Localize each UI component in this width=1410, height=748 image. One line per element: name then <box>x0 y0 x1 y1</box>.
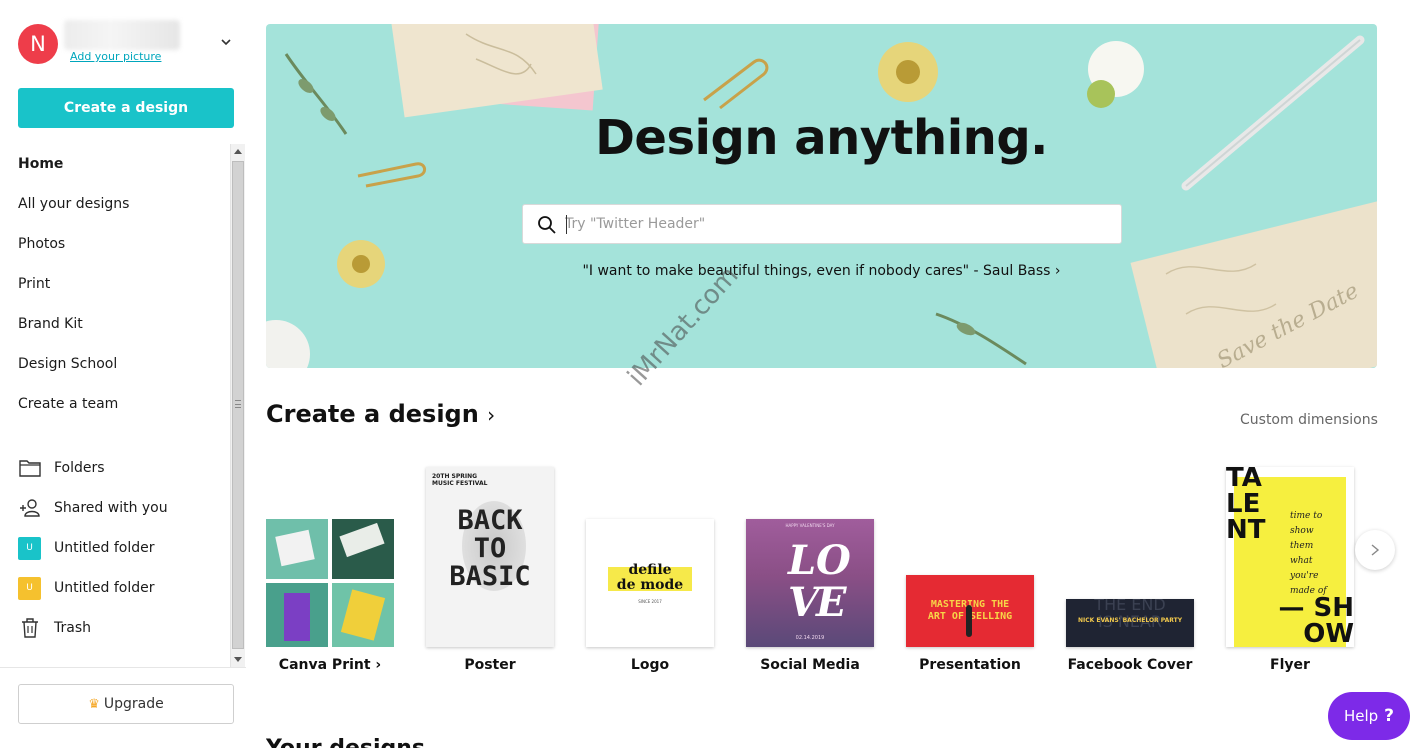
grip-icon <box>235 400 241 408</box>
sidebar-item-untitled-folder-2[interactable]: U Untitled folder <box>18 574 218 602</box>
sidebar-item-print[interactable]: Print <box>18 272 50 296</box>
folder-icon <box>19 460 41 477</box>
template-thumbnail <box>266 519 394 647</box>
template-facebook-cover[interactable]: THE END IS NEAR NICK EVANS' BACHELOR PART… <box>1066 460 1196 680</box>
scrollbar-thumb[interactable] <box>232 161 244 649</box>
template-thumbnail: TA LE NT — SH OW time to show them what you're m… <box>1226 467 1354 647</box>
sidebar-item-shared[interactable]: Shared with you <box>18 494 218 522</box>
sidebar-nav: Home All your designs Photos Print Brand… <box>0 144 230 666</box>
hero-decoration-illustration: Save the Date <box>266 24 1377 368</box>
help-button[interactable]: Help? <box>1328 692 1410 740</box>
template-thumbnail: defile de mode SINCE 2017 <box>586 519 714 647</box>
sidebar-item-label: Trash <box>54 620 91 636</box>
carousel-next-button[interactable] <box>1355 530 1395 570</box>
scroll-up-arrow-icon[interactable] <box>234 149 242 154</box>
sidebar-item-brand-kit[interactable]: Brand Kit <box>18 312 83 336</box>
crown-icon: ♛ <box>88 697 100 712</box>
sidebar-item-home[interactable]: Home <box>18 152 63 176</box>
add-picture-link[interactable]: Add your picture <box>70 50 161 63</box>
sidebar-item-untitled-folder-1[interactable]: U Untitled folder <box>18 534 218 562</box>
folder-badge: U <box>18 577 41 600</box>
template-label: Logo <box>630 657 670 673</box>
upgrade-button[interactable]: ♛ Upgrade <box>18 684 234 724</box>
hero-title: Design anything. <box>595 110 1048 166</box>
template-presentation[interactable]: MASTERING THE ART OF SELLING Presentation <box>906 460 1036 680</box>
template-thumbnail: HAPPY VALENTINE'S DAY L O V E 02.14.2019 <box>746 519 874 647</box>
template-logo[interactable]: defile de mode SINCE 2017 Logo <box>586 460 716 680</box>
sidebar-item-photos[interactable]: Photos <box>18 232 65 256</box>
template-label: Presentation <box>919 657 1021 673</box>
print-products-image <box>266 519 394 647</box>
chevron-down-icon[interactable] <box>220 36 232 48</box>
template-label: Canva Print › <box>278 657 382 673</box>
shared-users-icon <box>20 499 40 517</box>
social-date: 02.14.2019 <box>795 635 825 641</box>
custom-dimensions-link[interactable]: Custom dimensions <box>1240 412 1378 428</box>
design-type-carousel: Canva Print › 20TH SPRING MUSIC FESTIVAL … <box>266 460 1396 690</box>
sidebar-item-trash[interactable]: Trash <box>18 614 218 642</box>
template-social-media[interactable]: HAPPY VALENTINE'S DAY L O V E 02.14.2019… <box>746 460 876 680</box>
text-caret <box>566 215 567 234</box>
template-label: Poster <box>464 657 516 673</box>
poster-header: 20TH SPRING MUSIC FESTIVAL <box>432 473 488 487</box>
template-thumbnail: THE END IS NEAR NICK EVANS' BACHELOR PART… <box>1066 599 1194 647</box>
sidebar-item-folders[interactable]: Folders <box>18 454 218 482</box>
create-design-heading[interactable]: Create a design › <box>266 400 495 428</box>
help-label: Help <box>1343 707 1379 725</box>
sidebar: N Add your picture Create a design Home … <box>0 0 246 748</box>
template-canva-print[interactable]: Canva Print › <box>266 460 396 680</box>
logo-tagline: SINCE 2017 <box>638 599 662 604</box>
template-poster[interactable]: 20TH SPRING MUSIC FESTIVAL BACK TO BASIC Po… <box>426 460 556 680</box>
sidebar-item-label: Untitled folder <box>54 580 155 596</box>
flyer-script-text: time to show them what you're made of <box>1290 511 1327 596</box>
template-thumbnail: MASTERING THE ART OF SELLING <box>906 575 1034 647</box>
chevron-right-icon <box>1371 544 1380 556</box>
scroll-down-arrow-icon[interactable] <box>234 657 242 662</box>
search-icon <box>538 216 556 234</box>
love-lettering: L O V E <box>788 537 851 626</box>
question-mark-icon: ? <box>1384 706 1395 726</box>
your-designs-heading: Your designs <box>266 736 425 748</box>
chevron-right-icon: › <box>487 403 496 427</box>
divider <box>0 667 246 668</box>
facebook-cover-bg-text: THE END IS NEAR <box>1094 599 1166 631</box>
sidebar-item-label: Folders <box>54 460 105 476</box>
section-title-text: Create a design <box>266 400 479 428</box>
hero-banner: Save the Date Design anything. "I want t… <box>266 24 1377 368</box>
design-search-box[interactable] <box>522 204 1122 244</box>
sidebar-item-all-designs[interactable]: All your designs <box>18 192 129 216</box>
template-label: Social Media <box>760 657 860 673</box>
template-thumbnail: 20TH SPRING MUSIC FESTIVAL BACK TO BASIC <box>426 467 554 647</box>
folder-badge: U <box>18 537 41 560</box>
template-label: Flyer <box>1270 657 1310 673</box>
sidebar-item-label: Untitled folder <box>54 540 155 556</box>
search-input[interactable] <box>565 205 1105 243</box>
sidebar-item-label: Shared with you <box>54 500 168 516</box>
poster-headline: BACK TO BASIC <box>449 505 531 592</box>
template-flyer[interactable]: TA LE NT — SH OW time to show them what you're m… <box>1226 460 1356 680</box>
inspirational-quote-link[interactable]: "I want to make beautiful things, even i… <box>266 263 1377 279</box>
flyer-headline-top: TA LE NT <box>1226 467 1266 545</box>
user-name-redacted <box>64 20 180 50</box>
social-header: HAPPY VALENTINE'S DAY <box>785 523 835 528</box>
create-design-button[interactable]: Create a design <box>18 88 234 128</box>
facebook-cover-title: NICK EVANS' BACHELOR PARTY <box>1077 617 1183 624</box>
sidebar-item-create-team[interactable]: Create a team <box>18 392 118 416</box>
user-account-menu[interactable]: N Add your picture <box>18 20 238 66</box>
logo-wordmark: defile de mode <box>616 562 684 593</box>
flyer-headline-bottom: — SH OW <box>1278 593 1354 647</box>
avatar[interactable]: N <box>18 24 58 64</box>
upgrade-label: Upgrade <box>103 696 164 712</box>
sidebar-item-design-school[interactable]: Design School <box>18 352 117 376</box>
trash-icon <box>22 618 38 638</box>
template-label: Facebook Cover <box>1067 657 1193 673</box>
sidebar-scrollbar[interactable] <box>230 144 245 667</box>
